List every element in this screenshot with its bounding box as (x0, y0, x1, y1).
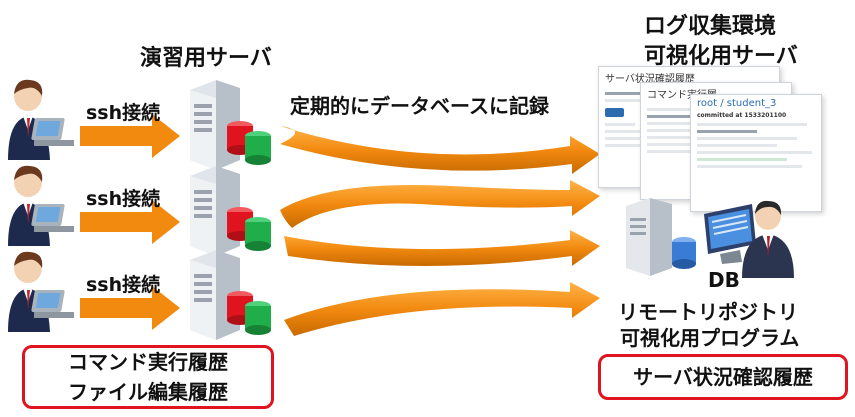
user-icon-3 (6, 250, 76, 332)
screenshot-repo-commit: root / student_3 committed at 1533201100 (690, 94, 822, 212)
history-box-line1: コマンド実行履歴 (68, 350, 228, 374)
user-icon-1 (6, 78, 76, 160)
server-db-icon-1 (186, 80, 278, 172)
user-icon-2 (6, 164, 76, 246)
operator-icon (738, 198, 798, 278)
history-box-line2: ファイル編集履歴 (68, 380, 228, 404)
viz-program-label: 可視化用プログラム (620, 326, 800, 350)
status-box-text: サーバ状況確認履歴 (633, 365, 813, 389)
server-db-icon-2 (186, 166, 278, 258)
status-box: サーバ状況確認履歴 (598, 354, 848, 400)
screenshot-front-title: root / student_3 (697, 98, 777, 109)
history-box: コマンド実行履歴 ファイル編集履歴 (22, 345, 274, 409)
ssh-label-2: ssh接続 (86, 188, 161, 210)
log-env-title-line1: ログ収集環境 (644, 14, 777, 39)
screenshot-back-button (605, 108, 625, 117)
record-arrows (270, 100, 610, 340)
record-label: 定期的にデータベースに記録 (290, 94, 549, 118)
db-label: DB (708, 268, 740, 292)
db-server-icon (624, 198, 700, 276)
screenshot-front-commit: committed at 1533201100 (697, 112, 787, 119)
server-db-icon-3 (186, 250, 278, 342)
ssh-label-3: ssh接続 (86, 274, 161, 296)
ssh-label-1: ssh接続 (86, 102, 161, 124)
remote-repo-label: リモートリポジトリ (618, 300, 798, 324)
server-title: 演習用サーバ (140, 46, 272, 71)
